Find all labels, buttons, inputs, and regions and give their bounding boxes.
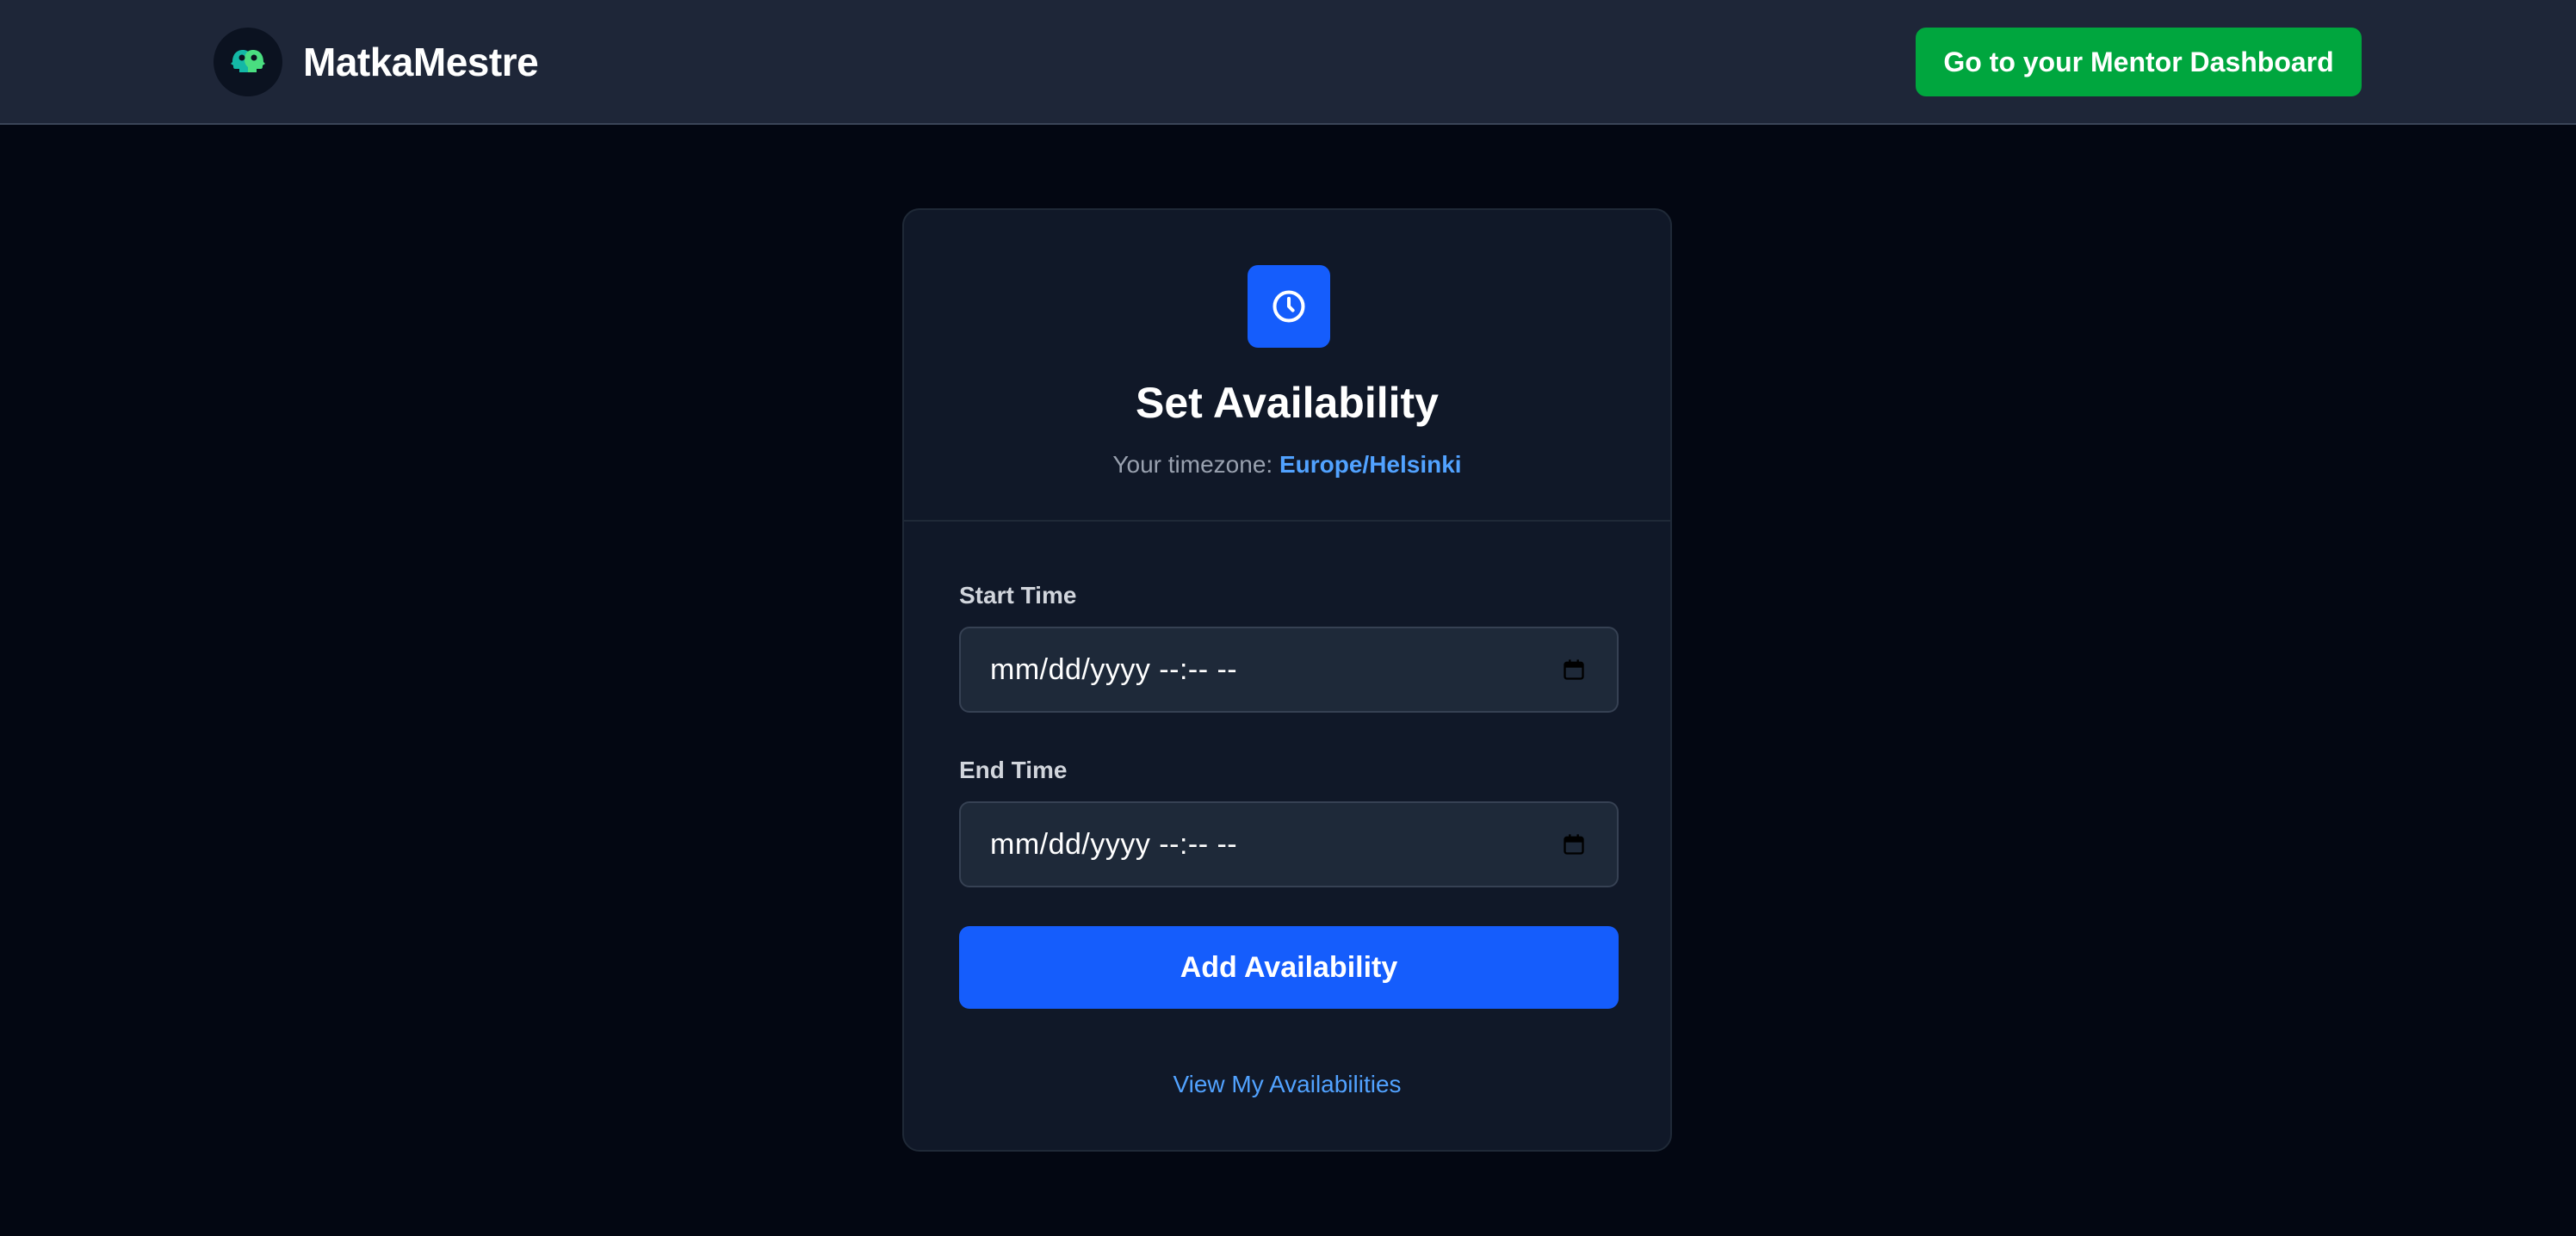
start-time-placeholder: mm/dd/yyyy --:-- -- (990, 652, 1238, 686)
card-header: Set Availability Your timezone: Europe/H… (904, 210, 1670, 522)
top-header: MatkaMestre Go to your Mentor Dashboard (0, 0, 2576, 125)
timezone-value: Europe/Helsinki (1279, 451, 1462, 478)
end-time-input[interactable]: mm/dd/yyyy --:-- -- (959, 801, 1619, 887)
add-availability-button[interactable]: Add Availability (959, 926, 1619, 1009)
start-time-label: Start Time (959, 582, 1077, 609)
timezone-label: Your timezone: (1112, 451, 1279, 478)
clock-icon (1273, 290, 1305, 323)
brand-name[interactable]: MatkaMestre (303, 38, 539, 86)
page-title: Set Availability (1136, 379, 1439, 427)
logo[interactable] (214, 28, 282, 96)
clock-badge (1248, 265, 1330, 348)
end-time-label: End Time (959, 757, 1068, 783)
end-time-placeholder: mm/dd/yyyy --:-- -- (990, 827, 1238, 861)
view-availabilities-link[interactable]: View My Availabilities (904, 1067, 1670, 1102)
start-time-input[interactable]: mm/dd/yyyy --:-- -- (959, 627, 1619, 713)
mentor-dashboard-button[interactable]: Go to your Mentor Dashboard (1916, 28, 2362, 96)
timezone-line: Your timezone: Europe/Helsinki (904, 448, 1670, 482)
two-heads-chat-icon (231, 50, 265, 72)
calendar-icon[interactable] (1560, 831, 1588, 858)
availability-card: Set Availability Your timezone: Europe/H… (902, 208, 1672, 1152)
calendar-icon[interactable] (1560, 656, 1588, 683)
